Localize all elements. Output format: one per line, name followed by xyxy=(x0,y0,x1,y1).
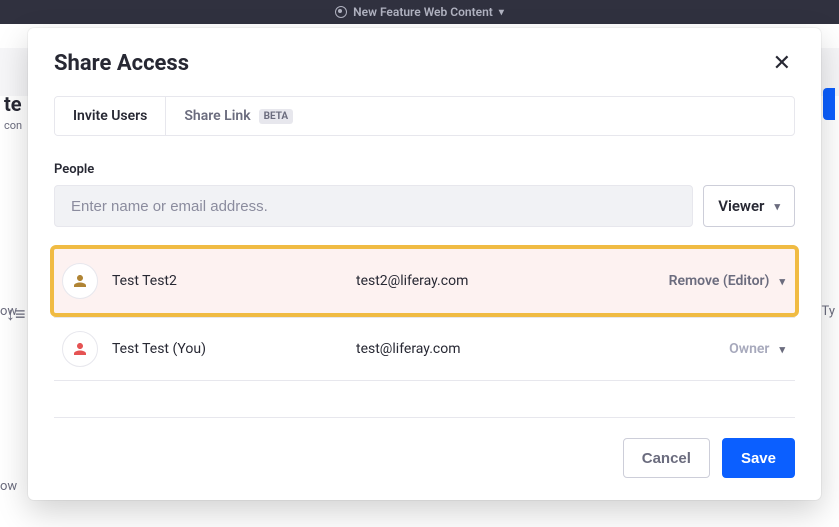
people-input[interactable] xyxy=(54,185,693,227)
cancel-label: Cancel xyxy=(642,450,691,467)
avatar xyxy=(62,263,98,299)
people-input-row: Viewer ▾ xyxy=(54,185,795,227)
user-row: Test Test (You) test@liferay.com Owner ▾ xyxy=(54,317,795,381)
default-role-select[interactable]: Viewer ▾ xyxy=(703,185,795,227)
modal-title: Share Access xyxy=(54,51,189,76)
modal-header: Share Access ✕ xyxy=(54,48,795,78)
user-row: Test Test2 test2@liferay.com Remove (Edi… xyxy=(54,249,795,313)
user-role-select[interactable]: Remove (Editor) ▾ xyxy=(669,273,785,289)
chevron-down-icon: ▾ xyxy=(779,343,785,356)
user-list: Test Test2 test2@liferay.com Remove (Edi… xyxy=(54,249,795,381)
user-email: test2@liferay.com xyxy=(356,273,655,289)
user-icon xyxy=(71,272,89,290)
user-name: Test Test (You) xyxy=(112,341,342,357)
role-select-label: Viewer xyxy=(718,197,764,215)
modal-footer: Cancel Save xyxy=(54,417,795,478)
user-role-owner: Owner ▾ xyxy=(729,341,785,357)
beta-badge: BETA xyxy=(259,109,294,124)
save-button[interactable]: Save xyxy=(722,438,795,478)
tab-label: Share Link xyxy=(184,108,250,124)
share-access-modal: Share Access ✕ Invite Users Share Link B… xyxy=(28,28,821,500)
close-icon: ✕ xyxy=(773,50,791,75)
user-role-label: Owner xyxy=(729,341,769,357)
modal-backdrop: Share Access ✕ Invite Users Share Link B… xyxy=(0,0,839,527)
save-label: Save xyxy=(741,450,776,467)
chevron-down-icon: ▾ xyxy=(774,200,780,213)
user-email: test@liferay.com xyxy=(356,341,715,357)
user-role-label: Remove (Editor) xyxy=(669,273,770,289)
modal-tabs: Invite Users Share Link BETA xyxy=(54,96,795,136)
tab-invite-users[interactable]: Invite Users xyxy=(55,97,166,135)
chevron-down-icon: ▾ xyxy=(779,275,785,288)
user-name: Test Test2 xyxy=(112,273,342,289)
tab-share-link[interactable]: Share Link BETA xyxy=(166,97,311,135)
cancel-button[interactable]: Cancel xyxy=(623,438,710,478)
people-label: People xyxy=(54,162,795,177)
close-button[interactable]: ✕ xyxy=(769,48,795,78)
avatar xyxy=(62,331,98,367)
user-icon xyxy=(71,340,89,358)
tab-label: Invite Users xyxy=(73,108,147,124)
